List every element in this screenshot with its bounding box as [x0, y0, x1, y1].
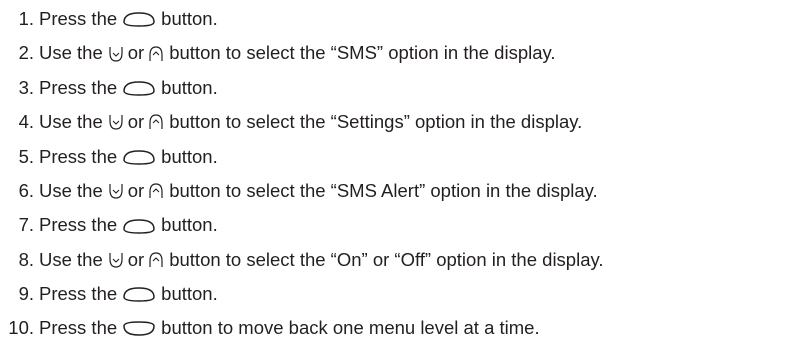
step-1: 1. Press the button. — [0, 2, 604, 36]
step-number: 7. — [18, 214, 34, 236]
step-number: 2. — [18, 42, 34, 64]
step-text-before: Use the — [39, 179, 103, 201]
step-text-before: Press the — [39, 76, 118, 98]
step-2: 2. Use the or button to select the “SMS”… — [0, 36, 604, 70]
instruction-steps-list: 1. Press the button. 2. Use the or butto… — [0, 2, 604, 346]
step-text-before: Press the — [39, 317, 118, 339]
back-button-icon — [122, 320, 156, 338]
step-number: 9. — [18, 283, 34, 305]
down-arrow-button-icon — [108, 45, 124, 63]
step-10: 10. Press the button to move back one me… — [0, 312, 604, 346]
select-button-icon — [122, 217, 156, 235]
step-text-mid: or — [127, 111, 145, 133]
step-number: 1. — [18, 7, 34, 29]
step-text-after: button to move back one menu level at a … — [161, 317, 540, 339]
select-button-icon — [122, 148, 156, 166]
step-text-before: Press the — [39, 145, 118, 167]
step-text-after: button. — [161, 76, 218, 98]
step-text-before: Use the — [39, 248, 103, 270]
step-text-before: Press the — [39, 7, 118, 29]
step-text-after: button to select the “On” or “Off” optio… — [169, 248, 604, 270]
step-text-before: Use the — [39, 42, 103, 64]
step-text-after: button. — [161, 283, 218, 305]
down-arrow-button-icon — [108, 113, 124, 131]
step-number: 10. — [8, 317, 34, 339]
step-text-after: button to select the “Settings” option i… — [169, 111, 583, 133]
step-6: 6. Use the or button to select the “SMS … — [0, 174, 604, 208]
step-text-before: Press the — [39, 214, 118, 236]
step-9: 9. Press the button. — [0, 277, 604, 311]
up-arrow-button-icon — [148, 113, 164, 131]
step-text-after: button to select the “SMS Alert” option … — [169, 179, 598, 201]
step-number: 4. — [18, 111, 34, 133]
step-number: 3. — [18, 76, 34, 98]
up-arrow-button-icon — [148, 45, 164, 63]
step-7: 7. Press the button. — [0, 208, 604, 242]
select-button-icon — [122, 79, 156, 97]
step-3: 3. Press the button. — [0, 71, 604, 105]
step-text-before: Press the — [39, 283, 118, 305]
select-button-icon — [122, 10, 156, 28]
step-number: 5. — [18, 145, 34, 167]
step-8: 8. Use the or button to select the “On” … — [0, 243, 604, 277]
step-number: 6. — [18, 179, 34, 201]
step-text-mid: or — [127, 248, 145, 270]
step-text-after: button. — [161, 145, 218, 167]
up-arrow-button-icon — [148, 251, 164, 269]
select-button-icon — [122, 285, 156, 303]
step-text-mid: or — [127, 42, 145, 64]
step-text-after: button. — [161, 7, 218, 29]
down-arrow-button-icon — [108, 251, 124, 269]
step-4: 4. Use the or button to select the “Sett… — [0, 105, 604, 139]
step-text-before: Use the — [39, 111, 103, 133]
step-5: 5. Press the button. — [0, 140, 604, 174]
step-number: 8. — [18, 248, 34, 270]
step-text-after: button to select the “SMS” option in the… — [169, 42, 556, 64]
step-text-mid: or — [127, 179, 145, 201]
down-arrow-button-icon — [108, 182, 124, 200]
step-text-after: button. — [161, 214, 218, 236]
up-arrow-button-icon — [148, 182, 164, 200]
